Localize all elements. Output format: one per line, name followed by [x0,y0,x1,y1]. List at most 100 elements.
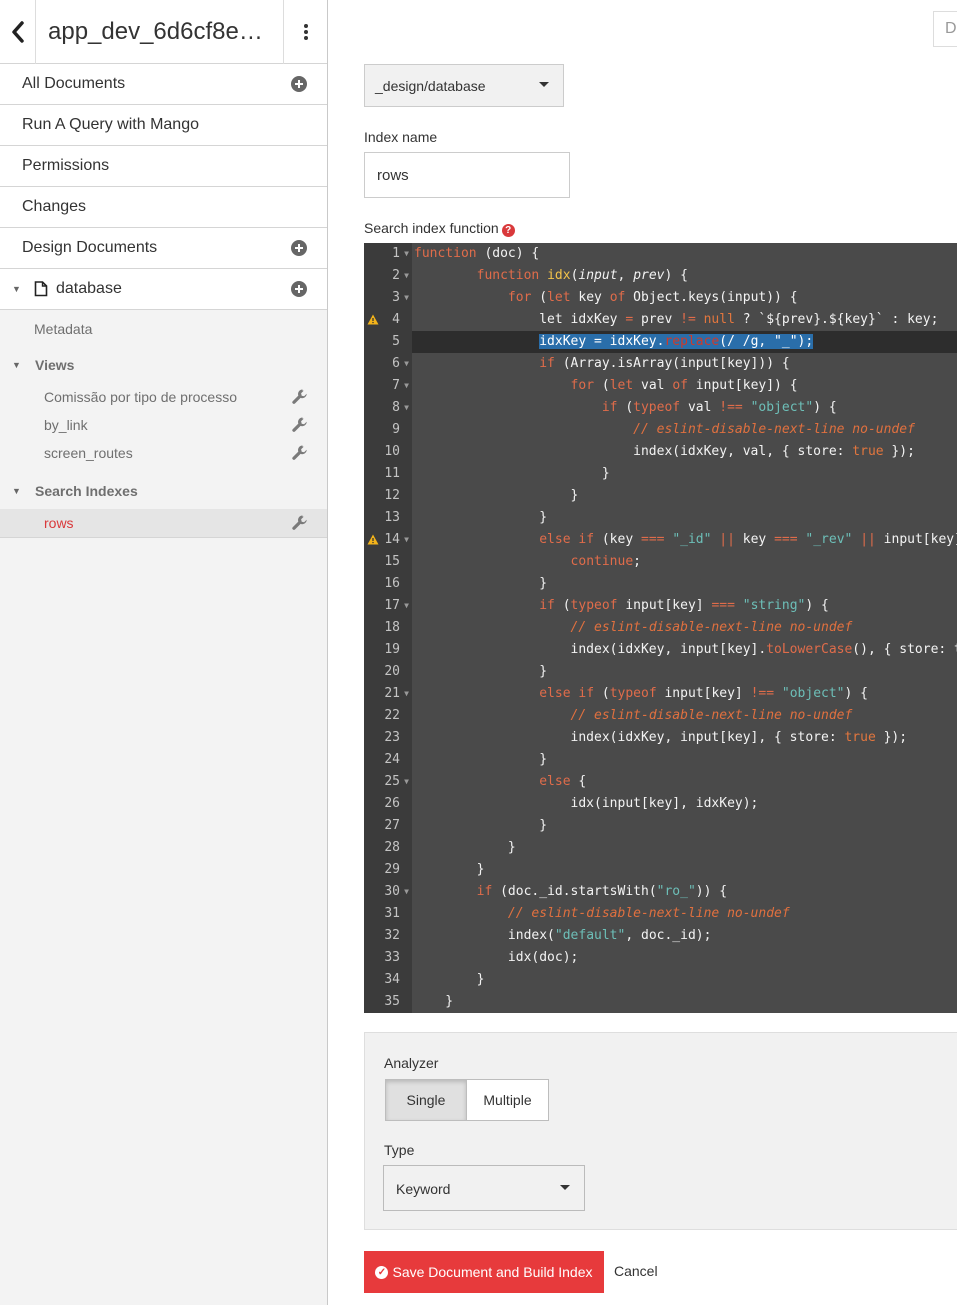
code-line: // eslint-disable-next-line no-undef [507,906,790,921]
nav-design-documents[interactable]: Design Documents [0,228,327,269]
analyzer-label: Analyzer [384,1055,439,1071]
index-name-input[interactable] [364,152,570,198]
caret-down-icon[interactable]: ▼ [12,284,24,294]
help-icon[interactable]: ? [501,224,515,237]
line-number: 31 [384,906,400,921]
views-section-header[interactable]: ▼ Views [0,347,327,383]
line-number: 3 ▼ [364,287,412,309]
add-icon[interactable] [291,76,307,92]
line-number: 2 ▼ [364,265,412,287]
line-number: 12 [384,488,400,503]
fold-arrow-icon: ▼ [404,249,409,258]
fold-arrow-icon: ▼ [404,535,409,544]
line-number: 17 ▼ [364,595,412,617]
code-line: else if (typeof input[key] !== "object")… [539,686,868,701]
line-number: 5 [392,334,400,349]
code-line: let idxKey = prev != null ? `${prev}.${k… [414,312,939,327]
code-line: } [414,466,610,481]
caret-down-icon [560,1185,570,1190]
code-line: function idx(input, prev) { [476,268,688,283]
sidebar: app_dev_6d6cf8e… All Documents Run A Que… [0,0,328,1305]
search-index-label: rows [44,515,74,531]
view-item[interactable]: Comissão por tipo de processo [0,383,327,411]
code-line: index(idxKey, val, { store: true }); [414,444,915,459]
nav-permissions[interactable]: Permissions [0,146,327,187]
metadata-link[interactable]: Metadata [0,310,327,347]
view-label: Comissão por tipo de processo [44,389,237,405]
code-line: else { [539,774,587,789]
search-indexes-section-header[interactable]: ▼ Search Indexes [0,473,327,509]
code-line: for (let val of input[key]) { [570,378,798,393]
save-build-index-button[interactable]: ✓ Save Document and Build Index [364,1251,604,1293]
design-doc-select[interactable]: _design/database [364,64,564,107]
nav-label: All Documents [22,75,126,92]
back-button[interactable] [0,0,36,64]
line-number: 26 [384,796,400,811]
code-line: if (typeof input[key] === "string") { [539,598,829,613]
line-number: 15 [384,554,400,569]
nav-label: Changes [22,198,87,215]
section-label: Views [35,357,75,373]
line-number: 16 [384,576,400,591]
line-number: 9 [392,422,400,437]
line-number: 32 [384,928,400,943]
line-number: 25 ▼ [364,771,412,793]
code-line: index(idxKey, input[key], { store: true … [414,730,908,745]
code-editor[interactable]: 1 ▼ 2 ▼ 3 ▼ 4 5 6 ▼ 7 ▼ 8 ▼ 9 10 11 12 13 14 ▼ 15 16 17 ▼ 18 19 20 2… [364,243,957,1013]
line-number: 4 [364,309,412,331]
main-panel: De _design/database Index name Search in… [329,0,957,1305]
line-number: 29 [384,862,400,877]
view-item[interactable]: screen_routes [0,439,327,467]
search-input[interactable]: De [933,11,957,47]
code-line: function (doc) { [414,246,540,261]
wrench-icon[interactable] [291,514,309,532]
analyzer-panel: Analyzer Single Multiple Type Keyword [364,1032,957,1230]
type-select[interactable]: Keyword [383,1165,585,1211]
analyzer-single-button[interactable]: Single [385,1079,467,1121]
wrench-icon[interactable] [291,388,309,406]
code-line: idxKey = idxKey.replace(/ /g, "_"); [539,334,814,349]
more-menu-button[interactable] [283,0,327,64]
line-number: 28 [384,840,400,855]
cancel-link[interactable]: Cancel [614,1263,658,1279]
warning-icon [367,314,379,325]
add-icon[interactable] [291,281,307,297]
chevron-left-icon [11,20,24,43]
wrench-icon[interactable] [291,416,309,434]
top-bar: De [329,0,957,64]
code-line: // eslint-disable-next-line no-undef [570,708,853,723]
fold-arrow-icon: ▼ [404,689,409,698]
search-index-item-rows[interactable]: rows [0,509,327,538]
code-line: } [414,994,454,1009]
nav-run-query-mango[interactable]: Run A Query with Mango [0,105,327,146]
line-number: 24 [384,752,400,767]
line-number: 21 ▼ [364,683,412,705]
nav-label: Design Documents [22,239,158,256]
line-number: 6 ▼ [364,353,412,375]
code-line: continue; [570,554,641,569]
check-circle-icon: ✓ [375,1265,389,1279]
view-item[interactable]: by_link [0,411,327,439]
design-doc-database[interactable]: ▼ database [0,269,327,310]
code-line: } [414,576,548,591]
line-number: 14 ▼ [364,529,412,551]
save-button-label: Save Document and Build Index [392,1264,593,1280]
wrench-icon[interactable] [291,444,309,462]
sidebar-header: app_dev_6d6cf8e… [0,0,327,64]
line-number: 30 ▼ [364,881,412,903]
code-line: for (let key of Object.keys(input)) { [507,290,798,305]
fold-arrow-icon: ▼ [404,271,409,280]
nav-changes[interactable]: Changes [0,187,327,228]
fold-arrow-icon: ▼ [404,601,409,610]
line-number: 22 [384,708,400,723]
line-number: 20 [384,664,400,679]
code-line: } [414,488,579,503]
line-number: 7 ▼ [364,375,412,397]
index-name-label: Index name [364,129,438,145]
nav-all-documents[interactable]: All Documents [0,64,327,105]
add-icon[interactable] [291,240,307,256]
analyzer-multiple-button[interactable]: Multiple [466,1079,549,1121]
type-label: Type [384,1142,415,1158]
section-label: Search Indexes [35,483,138,499]
code-line: } [414,862,485,877]
